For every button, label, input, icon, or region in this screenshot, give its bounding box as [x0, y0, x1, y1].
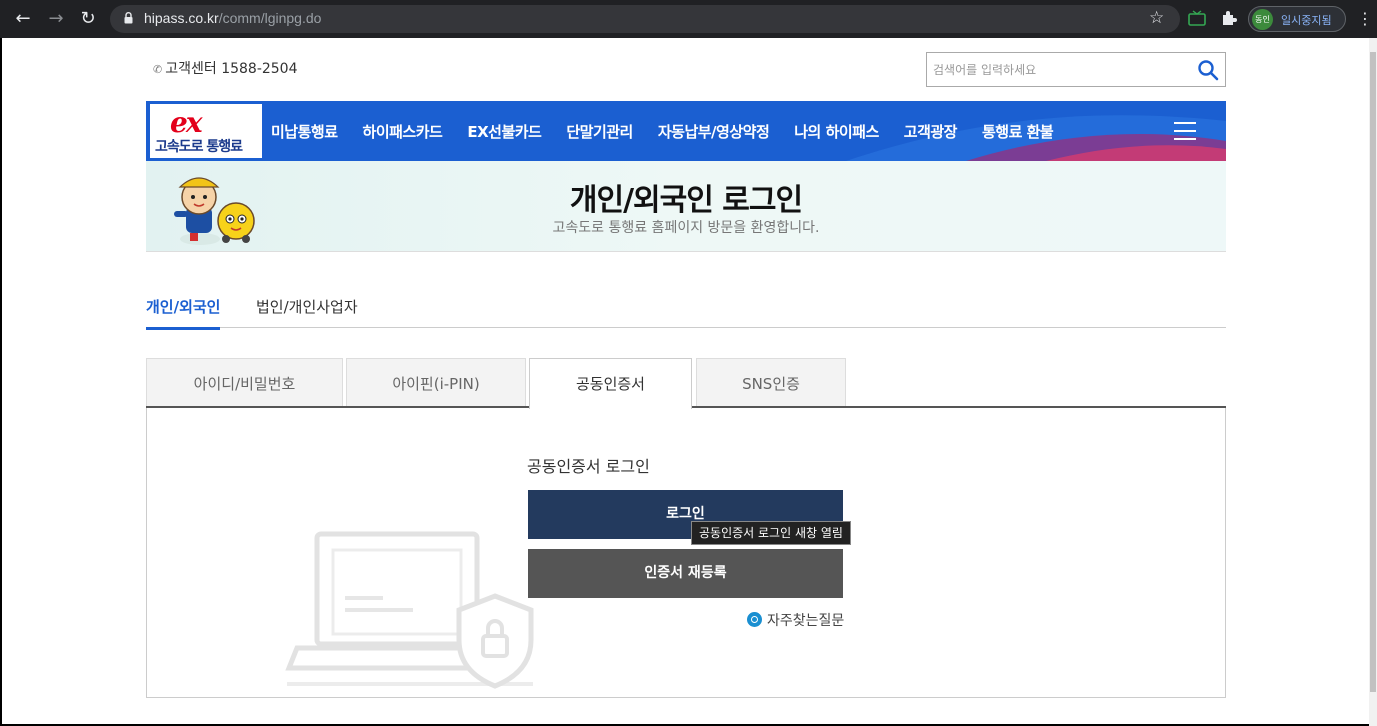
reload-icon[interactable]: ↻: [76, 7, 100, 31]
bookmark-star-icon[interactable]: ☆: [1149, 8, 1164, 28]
tab-personal-foreigner[interactable]: 개인/외국인: [146, 296, 221, 330]
back-arrow-icon[interactable]: ←: [11, 7, 35, 31]
lock-icon: [124, 12, 133, 24]
menu-item-hipass-card[interactable]: 하이패스카드: [363, 121, 443, 142]
menu-item-toll-refund[interactable]: 통행료 환불: [982, 121, 1054, 142]
search-icon[interactable]: [1197, 59, 1219, 81]
page-subtitle: 고속도로 통행료 홈페이지 방문을 환영합니다.: [552, 220, 820, 236]
tab-sns[interactable]: SNS인증: [696, 358, 846, 408]
member-type-tabs: 개인/외국인 법인/개인사업자: [146, 290, 1226, 330]
certificate-login-heading: 공동인증서 로그인: [527, 457, 650, 476]
logo[interactable]: ex 고속도로 통행료: [150, 104, 262, 158]
tab-corporate[interactable]: 법인/개인사업자: [256, 296, 358, 327]
reregister-certificate-button[interactable]: 인증서 재등록: [528, 549, 843, 598]
menu-item-ex-prepaid-card[interactable]: EX선불카드: [467, 121, 542, 142]
forward-arrow-icon[interactable]: →: [44, 7, 68, 31]
menu-item-my-hipass[interactable]: 나의 하이패스: [794, 121, 879, 142]
menu-item-terminal[interactable]: 단말기관리: [566, 121, 633, 142]
logo-text: 고속도로 통행료: [155, 139, 243, 155]
main-navigation: ex 고속도로 통행료 미납통행료 하이패스카드 EX선불카드 단말기관리 자동…: [146, 101, 1226, 161]
avatar: 동인: [1252, 9, 1273, 30]
page-title: 개인/외국인 로그인: [569, 183, 803, 218]
laptop-shield-illustration: [285, 531, 534, 689]
tab-ipin[interactable]: 아이핀(i-PIN): [346, 358, 526, 408]
puzzle-extensions-icon[interactable]: [1220, 9, 1238, 27]
menu-item-customer-plaza[interactable]: 고객광장: [904, 121, 958, 142]
url-text: hipass.co.kr/comm/lginpg.do: [144, 10, 321, 26]
browser-toolbar: ← → ↻ hipass.co.kr/comm/lginpg.do ☆ 동인 일…: [0, 0, 1377, 38]
menu-item-unpaid-toll[interactable]: 미납통행료: [271, 121, 338, 142]
hamburger-menu-icon[interactable]: [1174, 122, 1196, 140]
page-banner: 개인/외국인 로그인 고속도로 통행료 홈페이지 방문을 환영합니다.: [146, 161, 1226, 252]
tooltip: 공동인증서 로그인 새창 열림: [691, 521, 851, 545]
logo-mark: ex: [170, 106, 202, 139]
menu-item-autopay[interactable]: 자동납부/영상약정: [658, 121, 770, 142]
more-menu-icon[interactable]: ⋮: [1357, 7, 1373, 31]
faq-link[interactable]: 자주찾는질문: [747, 610, 844, 630]
customer-center-text: 고객센터 1588-2504: [165, 61, 298, 77]
url-path: /comm/lginpg.do: [218, 10, 322, 26]
profile-button[interactable]: 동인 일시중지됨: [1248, 6, 1346, 32]
search-input[interactable]: [933, 61, 1183, 79]
profile-status: 일시중지됨: [1281, 14, 1332, 27]
url-host: hipass.co.kr: [144, 10, 219, 26]
faq-search-icon: [747, 612, 762, 627]
tab-id-password[interactable]: 아이디/비밀번호: [146, 358, 343, 408]
tv-extension-icon[interactable]: [1188, 10, 1206, 26]
phone-icon: ✆: [153, 63, 163, 76]
scrollbar[interactable]: [1369, 38, 1377, 726]
customer-center: ✆ 고객센터 1588-2504: [153, 58, 298, 78]
menu-bar: 미납통행료 하이패스카드 EX선불카드 단말기관리 자동납부/영상약정 나의 하…: [271, 101, 1078, 161]
faq-link-text: 자주찾는질문: [767, 613, 845, 629]
tab-certificate[interactable]: 공동인증서: [529, 358, 692, 409]
search-box: [926, 52, 1226, 87]
scrollbar-thumb[interactable]: [1370, 52, 1376, 692]
